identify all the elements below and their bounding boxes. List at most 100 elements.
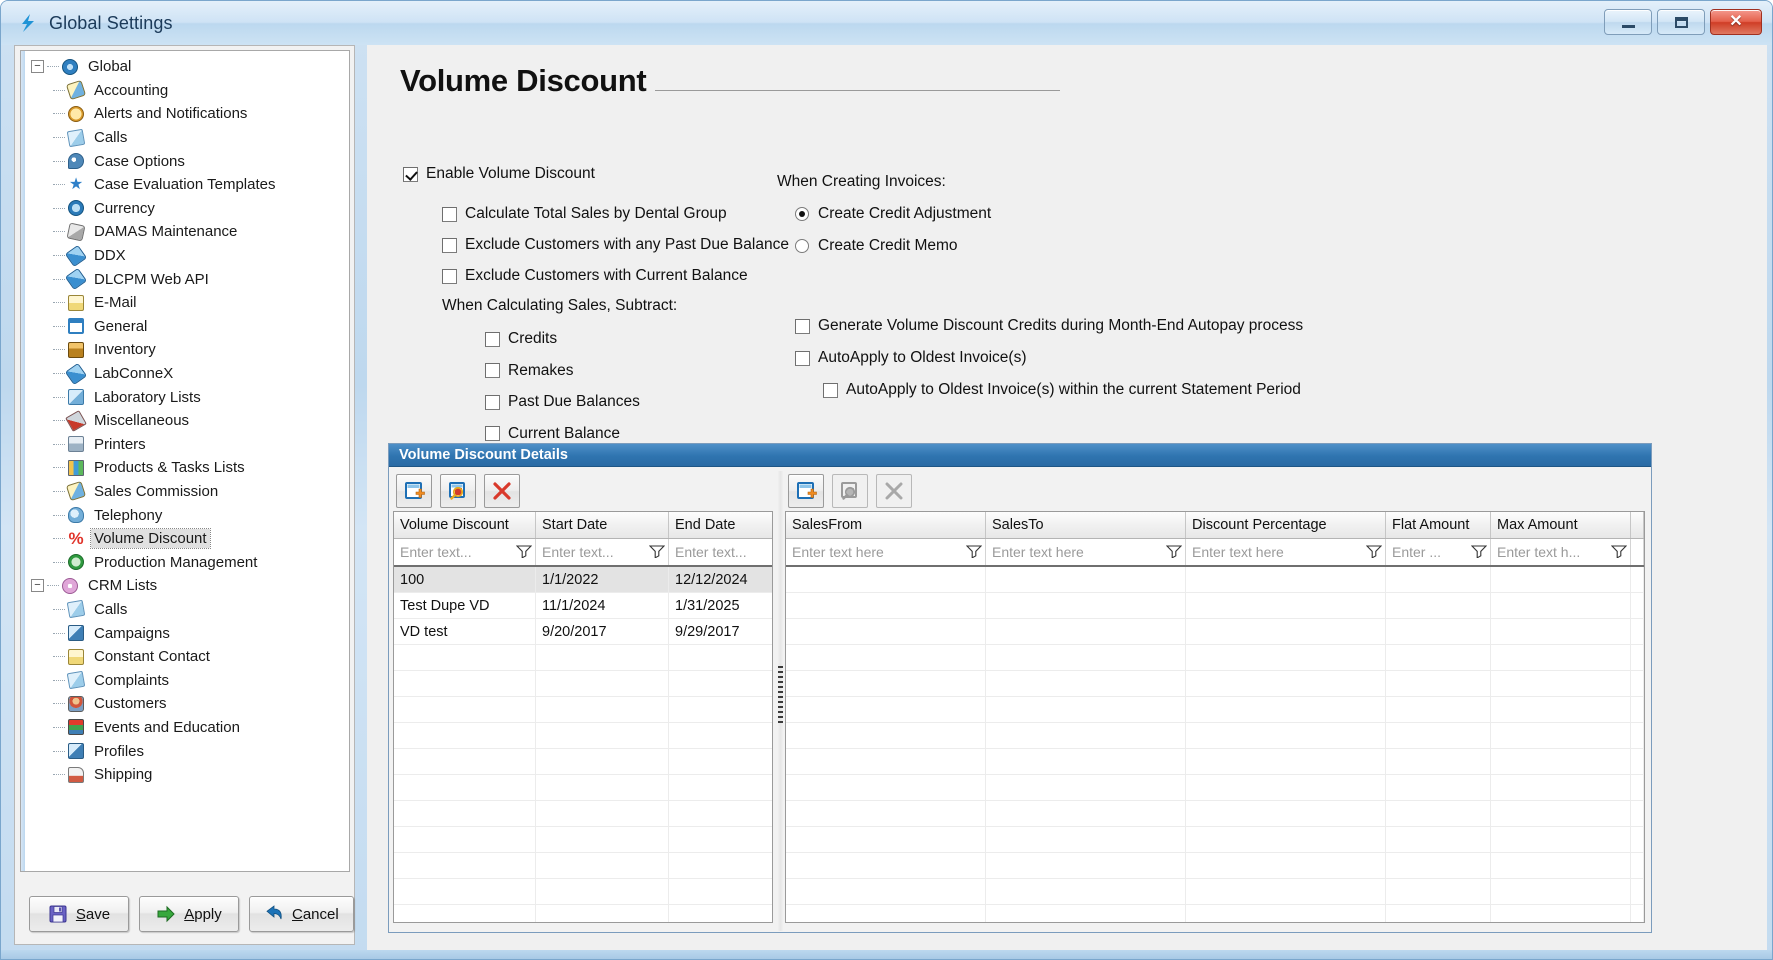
- table-row-empty[interactable]: [786, 749, 1644, 775]
- column-filter-cell[interactable]: Enter text here: [786, 539, 986, 565]
- save-button[interactable]: Save: [29, 896, 129, 932]
- grid-body[interactable]: [786, 567, 1644, 922]
- sidebar-item-sales-commission[interactable]: Sales Commission: [21, 480, 349, 504]
- table-row-empty[interactable]: [786, 723, 1644, 749]
- table-row-empty[interactable]: [786, 775, 1644, 801]
- tree-expander-icon[interactable]: −: [31, 579, 44, 593]
- table-row-empty[interactable]: [394, 697, 772, 723]
- filter-input[interactable]: Enter text...: [675, 544, 747, 560]
- column-filter-cell[interactable]: Enter text here: [1186, 539, 1386, 565]
- sidebar-item-inventory[interactable]: Inventory: [21, 338, 349, 362]
- sidebar-item-dlcpm-web-api[interactable]: DLCPM Web API: [21, 267, 349, 291]
- window-titlebar[interactable]: Global Settings ✕: [1, 1, 1772, 45]
- table-row-empty[interactable]: [786, 671, 1644, 697]
- filter-funnel-icon[interactable]: [1165, 544, 1183, 561]
- table-row-empty[interactable]: [394, 801, 772, 827]
- close-button[interactable]: ✕: [1710, 9, 1762, 35]
- delete-record-button[interactable]: [484, 474, 520, 508]
- sidebar-item-e-mail[interactable]: E-Mail: [21, 291, 349, 315]
- grid-filter-row[interactable]: Enter text here Enter text here Enter text…: [786, 539, 1644, 567]
- column-header[interactable]: Volume Discount: [394, 512, 536, 538]
- sidebar-item-volume-discount[interactable]: % Volume Discount: [21, 527, 349, 551]
- table-row-empty[interactable]: [394, 645, 772, 671]
- sidebar-item-miscellaneous[interactable]: Miscellaneous: [21, 409, 349, 433]
- edit-record-button[interactable]: [440, 474, 476, 508]
- table-row-empty[interactable]: [786, 853, 1644, 879]
- column-header[interactable]: Discount Percentage: [1186, 512, 1386, 538]
- filter-input[interactable]: Enter text h...: [1497, 544, 1580, 560]
- sidebar-item-laboratory-lists[interactable]: Laboratory Lists: [21, 385, 349, 409]
- sidebar-item-printers[interactable]: Printers: [21, 433, 349, 457]
- table-row[interactable]: Test Dupe VD 11/1/2024 1/31/2025: [394, 593, 772, 619]
- checkbox-exclude-customers-with-any-past-due-balance[interactable]: Exclude Customers with any Past Due Bala…: [442, 236, 789, 254]
- sidebar-item-labconnex[interactable]: LabConneX: [21, 362, 349, 386]
- discount-list-grid[interactable]: Volume Discount Start Date End Date Enter …: [393, 511, 773, 923]
- sidebar-item-currency[interactable]: Currency: [21, 197, 349, 221]
- sidebar-item-events-and-education[interactable]: Events and Education: [21, 716, 349, 740]
- table-row-empty[interactable]: [786, 905, 1644, 922]
- table-row-empty[interactable]: [786, 567, 1644, 593]
- column-header[interactable]: Start Date: [536, 512, 669, 538]
- sidebar-item-campaigns[interactable]: Campaigns: [21, 621, 349, 645]
- checkbox-exclude-customers-with-current-balance[interactable]: Exclude Customers with Current Balance: [442, 267, 748, 285]
- sidebar-item-global[interactable]: − Global: [21, 55, 349, 79]
- checkbox-autoapply-to-oldest-invoice-s-within-the-current[interactable]: AutoApply to Oldest Invoice(s) within th…: [823, 381, 1301, 399]
- sidebar-item-ddx[interactable]: DDX: [21, 244, 349, 268]
- column-header[interactable]: SalesTo: [986, 512, 1186, 538]
- apply-button[interactable]: Apply: [139, 896, 239, 932]
- checkbox-generate-volume-discount-credits-during-month-en[interactable]: Generate Volume Discount Credits during …: [795, 317, 1303, 335]
- filter-funnel-icon[interactable]: [1365, 544, 1383, 561]
- filter-input[interactable]: Enter ...: [1392, 544, 1441, 560]
- table-row-empty[interactable]: [786, 801, 1644, 827]
- filter-input[interactable]: Enter text...: [542, 544, 614, 560]
- table-row-empty[interactable]: [394, 879, 772, 905]
- filter-funnel-icon[interactable]: [515, 544, 533, 561]
- pane-splitter[interactable]: [777, 471, 784, 931]
- grid-filter-row[interactable]: Enter text... Enter text... Enter text...: [394, 539, 772, 567]
- column-filter-cell[interactable]: Enter text...: [394, 539, 536, 565]
- column-header[interactable]: Max Amount: [1491, 512, 1631, 538]
- checkbox-autoapply-to-oldest-invoice-s[interactable]: AutoApply to Oldest Invoice(s): [795, 349, 1027, 367]
- discount-tier-grid[interactable]: SalesFrom SalesTo Discount Percentage Flat …: [785, 511, 1645, 923]
- checkbox-remakes[interactable]: Remakes: [485, 362, 573, 380]
- sidebar-item-complaints[interactable]: Complaints: [21, 668, 349, 692]
- table-row-empty[interactable]: [786, 879, 1644, 905]
- filter-input[interactable]: Enter text here: [992, 544, 1084, 560]
- column-filter-cell[interactable]: [1631, 539, 1644, 565]
- sidebar-item-production-management[interactable]: Production Management: [21, 550, 349, 574]
- table-row-empty[interactable]: [786, 593, 1644, 619]
- grid-body[interactable]: 100 1/1/2022 12/12/2024 Test Dupe VD 11/1/20…: [394, 567, 772, 922]
- settings-tree[interactable]: − Global Accounting Alerts and Notification…: [20, 50, 350, 872]
- sidebar-item-calls[interactable]: Calls: [21, 126, 349, 150]
- column-filter-cell[interactable]: Enter text...: [669, 539, 772, 565]
- column-filter-cell[interactable]: Enter text h...: [1491, 539, 1631, 565]
- filter-funnel-icon[interactable]: [965, 544, 983, 561]
- sidebar-item-general[interactable]: General: [21, 315, 349, 339]
- new-tier-button[interactable]: [788, 474, 824, 508]
- sidebar-item-shipping[interactable]: Shipping: [21, 763, 349, 787]
- table-row-empty[interactable]: [394, 905, 772, 922]
- table-row-empty[interactable]: [786, 827, 1644, 853]
- sidebar-item-case-options[interactable]: Case Options: [21, 149, 349, 173]
- table-row-empty[interactable]: [394, 775, 772, 801]
- sidebar-item-customers[interactable]: Customers: [21, 692, 349, 716]
- table-row-empty[interactable]: [786, 645, 1644, 671]
- column-header[interactable]: [1631, 512, 1644, 538]
- table-row-empty[interactable]: [394, 827, 772, 853]
- filter-funnel-icon[interactable]: [648, 544, 666, 561]
- column-header[interactable]: SalesFrom: [786, 512, 986, 538]
- splitter-grip[interactable]: [778, 666, 783, 726]
- sidebar-item-constant-contact[interactable]: Constant Contact: [21, 645, 349, 669]
- sidebar-item-damas-maintenance[interactable]: DAMAS Maintenance: [21, 220, 349, 244]
- column-filter-cell[interactable]: Enter ...: [1386, 539, 1491, 565]
- column-header[interactable]: Flat Amount: [1386, 512, 1491, 538]
- column-filter-cell[interactable]: Enter text here: [986, 539, 1186, 565]
- filter-input[interactable]: Enter text...: [400, 544, 472, 560]
- minimize-button[interactable]: [1604, 9, 1652, 35]
- table-row[interactable]: VD test 9/20/2017 9/29/2017: [394, 619, 772, 645]
- table-row[interactable]: 100 1/1/2022 12/12/2024: [394, 567, 772, 593]
- table-row-empty[interactable]: [394, 671, 772, 697]
- checkbox-past-due-balances[interactable]: Past Due Balances: [485, 393, 640, 411]
- table-row-empty[interactable]: [394, 723, 772, 749]
- checkbox-calculate-total-sales-by-dental-group[interactable]: Calculate Total Sales by Dental Group: [442, 205, 727, 223]
